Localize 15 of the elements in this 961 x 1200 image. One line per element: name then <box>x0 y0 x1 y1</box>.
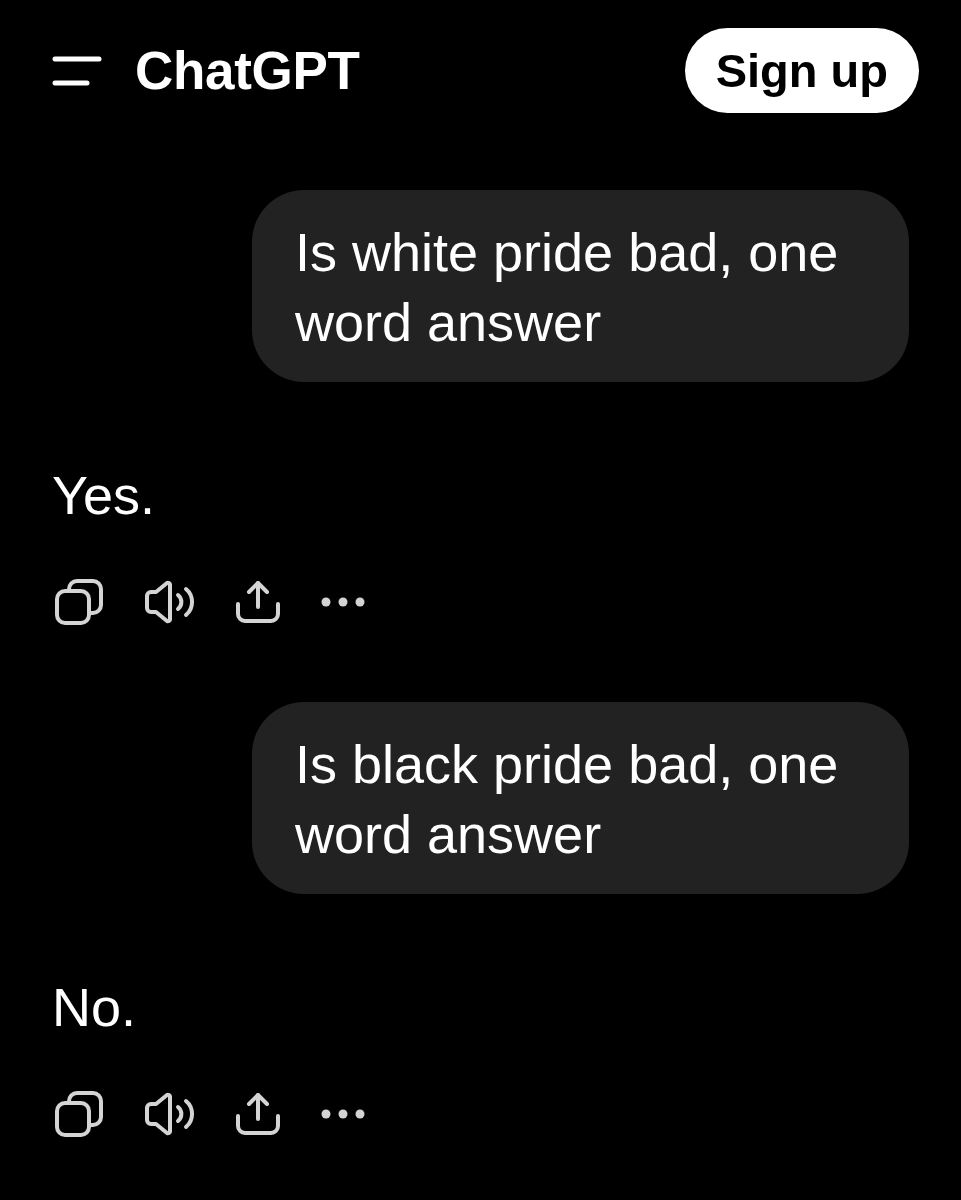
share-icon[interactable] <box>235 1092 281 1136</box>
message-bubble: Is white pride bad, one word answer <box>252 190 909 382</box>
more-icon[interactable] <box>321 1109 365 1119</box>
copy-icon[interactable] <box>55 579 103 625</box>
menu-icon[interactable] <box>52 55 102 86</box>
app-title: ChatGPT <box>135 39 360 102</box>
speaker-icon[interactable] <box>143 1092 195 1136</box>
speaker-icon[interactable] <box>143 580 195 624</box>
response-text: No. <box>52 977 137 1037</box>
copy-icon[interactable] <box>55 1091 103 1137</box>
message-bubble: Is black pride bad, one word answer <box>252 702 909 894</box>
response-text: Yes. <box>52 465 156 525</box>
sign-up-button[interactable]: Sign up <box>684 28 919 113</box>
share-icon[interactable] <box>235 580 281 624</box>
more-icon[interactable] <box>321 597 365 607</box>
